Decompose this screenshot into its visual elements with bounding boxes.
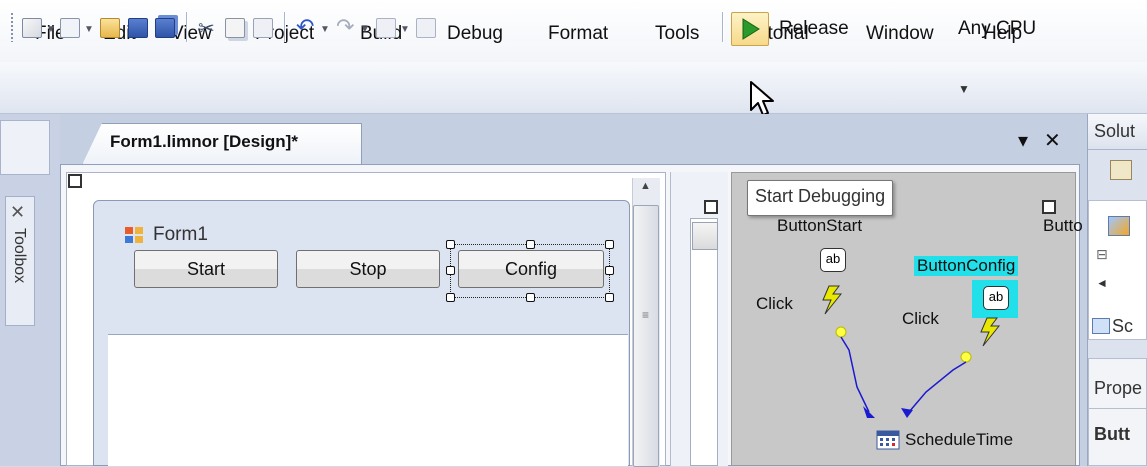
panel-toggle-icon[interactable] — [704, 200, 718, 214]
start-debugging-button[interactable] — [731, 12, 769, 46]
resize-handle[interactable] — [605, 240, 614, 249]
new-project-icon[interactable] — [22, 18, 42, 38]
splitter-thumb[interactable] — [692, 222, 718, 250]
tools-icon: ✕ — [10, 202, 26, 222]
project-icon[interactable] — [1108, 216, 1130, 236]
event-connections — [822, 285, 1001, 418]
save-all-icon[interactable] — [155, 18, 175, 38]
solution-explorer-tab[interactable]: Sc — [1112, 316, 1147, 337]
tooltip: Start Debugging — [747, 180, 894, 216]
properties-header[interactable]: Prope — [1094, 378, 1147, 399]
tree-expand-icon[interactable]: ⊟ — [1096, 246, 1108, 263]
redo-icon[interactable]: ↷ — [336, 14, 354, 40]
chevron-down-icon[interactable]: ▼ — [958, 82, 970, 96]
platform-combo[interactable]: Any CPU — [953, 14, 1063, 44]
chevron-down-icon[interactable]: ▼ — [400, 24, 410, 35]
chevron-down-icon[interactable]: ▼ — [360, 24, 370, 35]
resize-handle[interactable] — [446, 240, 455, 249]
navigate-forward-icon[interactable] — [416, 18, 436, 38]
toolbar-grip[interactable] — [10, 12, 14, 42]
menu-debug[interactable]: Debug — [447, 23, 503, 45]
resize-handle[interactable] — [605, 266, 614, 275]
lightning-icon — [980, 317, 1001, 347]
scroll-left-arrow-icon[interactable]: ◄ — [1096, 276, 1108, 290]
solution-explorer-header[interactable]: Solut — [1088, 114, 1147, 150]
start-button[interactable]: Start — [134, 250, 278, 288]
platform-value: Any CPU — [958, 18, 1037, 39]
resize-handle[interactable] — [605, 293, 614, 302]
properties-toolbar-icon[interactable] — [1110, 160, 1132, 180]
stop-button[interactable]: Stop — [296, 250, 440, 288]
navigate-back-icon[interactable] — [376, 18, 396, 38]
splitter-track[interactable] — [690, 218, 718, 466]
resize-handle[interactable] — [446, 293, 455, 302]
scroll-up-arrow-icon[interactable]: ▲ — [640, 180, 651, 192]
chevron-down-icon[interactable]: ▼ — [46, 24, 56, 35]
menu-format[interactable]: Format — [548, 23, 608, 45]
chevron-down-icon[interactable]: ▼ — [320, 24, 330, 35]
lightning-icon — [822, 285, 843, 315]
resize-handle[interactable] — [446, 266, 455, 275]
toolbar-separator — [722, 12, 723, 42]
properties-panel — [1088, 358, 1147, 466]
toolbar-separator — [284, 12, 285, 42]
resize-handle[interactable] — [526, 293, 535, 302]
cut-icon[interactable]: ✂ — [198, 16, 215, 41]
save-icon[interactable] — [128, 18, 148, 38]
menu-tools[interactable]: Tools — [655, 23, 699, 45]
thumb-grip-icon: ≡ — [642, 308, 650, 322]
play-icon — [742, 18, 760, 40]
copy-icon[interactable] — [225, 18, 245, 38]
solution-explorer-tab-icon[interactable] — [1092, 318, 1110, 334]
add-item-icon[interactable] — [60, 18, 80, 38]
configuration-value: Release — [779, 18, 849, 39]
start-button-label: Start — [186, 258, 225, 279]
stop-button-label: Stop — [349, 258, 387, 279]
form-icon — [125, 227, 143, 243]
chevron-down-icon[interactable]: ▼ — [84, 24, 94, 35]
document-tab-title: Form1.limnor [Design]* — [110, 132, 298, 151]
schedule-timer-node[interactable]: ScheduleTime — [905, 430, 1013, 450]
close-icon[interactable]: ✕ — [1044, 128, 1061, 153]
scrollbar-thumb[interactable] — [633, 205, 659, 467]
tooltip-text: Start Debugging — [755, 186, 886, 206]
form-title: Form1 — [153, 224, 208, 245]
tab-dropdown-icon[interactable]: ▾ — [1018, 128, 1028, 153]
paste-icon[interactable] — [253, 18, 273, 38]
toolbox-label: Toolbox — [11, 228, 28, 284]
resize-handle[interactable] — [526, 240, 535, 249]
open-folder-icon[interactable] — [100, 18, 120, 38]
form-client-area[interactable] — [108, 334, 628, 466]
solution-explorer-title: Solut — [1094, 121, 1136, 141]
undo-icon[interactable]: ↶ — [296, 14, 314, 40]
designer-collapse-icon[interactable] — [68, 174, 82, 188]
configuration-combo[interactable]: Release — [774, 14, 946, 44]
left-dock-panel[interactable] — [0, 120, 50, 175]
divider — [1088, 408, 1147, 409]
selection-rectangle — [450, 244, 610, 298]
toolbar-separator — [186, 12, 187, 42]
standard-toolbar — [0, 62, 1147, 114]
properties-object-name: Butt — [1094, 424, 1130, 444]
calendar-icon[interactable] — [876, 428, 900, 450]
